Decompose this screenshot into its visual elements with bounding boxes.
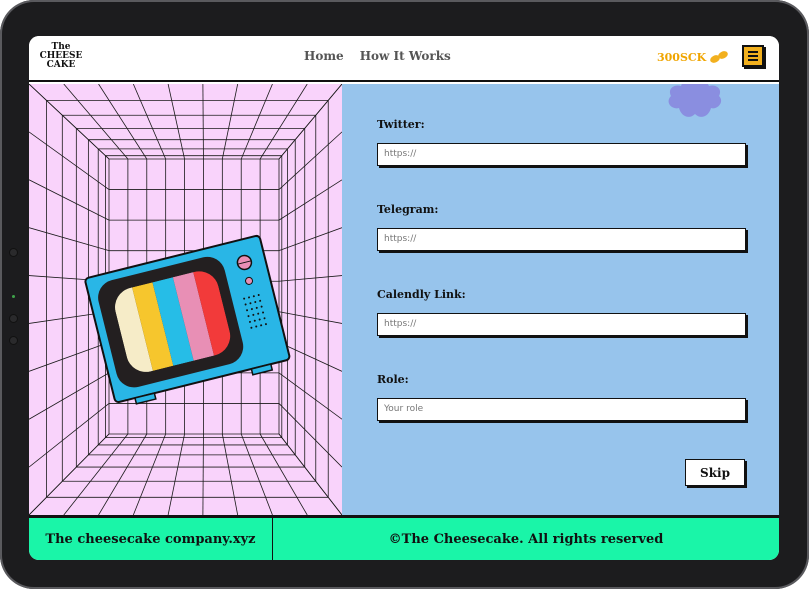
- menu-icon: [748, 51, 758, 53]
- illustration-panel: [29, 84, 342, 515]
- flower-blob-decoration: [668, 84, 722, 117]
- tablet-sensor: [9, 336, 18, 345]
- twitter-field-group: Twitter:: [377, 118, 747, 166]
- telegram-label: Telegram:: [377, 203, 439, 216]
- calendly-field-group: Calendly Link:: [377, 288, 747, 336]
- telegram-input[interactable]: [377, 227, 746, 251]
- coins-icon: [710, 51, 729, 63]
- nav-item-how-it-works[interactable]: How It Works: [360, 49, 451, 63]
- calendly-label: Calendly Link:: [377, 288, 466, 301]
- footer: The cheesecake company.xyz ©The Cheeseca…: [29, 515, 779, 560]
- telegram-field-group: Telegram:: [377, 203, 747, 251]
- role-input[interactable]: [377, 397, 746, 421]
- skip-button[interactable]: Skip: [685, 459, 745, 486]
- twitter-input[interactable]: [377, 142, 746, 166]
- role-field-group: Role:: [377, 373, 747, 421]
- token-balance[interactable]: 300SCK: [657, 50, 729, 64]
- main-nav: Home How It Works: [304, 49, 451, 63]
- screen: The CHEESE CAKE Home How It Works 300SCK: [29, 36, 779, 560]
- footer-site-link[interactable]: The cheesecake company.xyz: [29, 518, 273, 560]
- footer-copyright: ©The Cheesecake. All rights reserved: [388, 531, 664, 547]
- balance-amount: 300SCK: [657, 50, 707, 64]
- nav-item-home[interactable]: Home: [304, 49, 344, 63]
- role-label: Role:: [377, 373, 409, 386]
- retro-tv-illustration: [84, 234, 291, 405]
- logo[interactable]: The CHEESE CAKE: [39, 43, 83, 75]
- tablet-frame: The CHEESE CAKE Home How It Works 300SCK: [0, 0, 809, 589]
- twitter-label: Twitter:: [377, 118, 425, 131]
- calendly-input[interactable]: [377, 312, 746, 336]
- tablet-led: [12, 295, 15, 298]
- header: The CHEESE CAKE Home How It Works 300SCK: [29, 36, 779, 82]
- social-links-form: Twitter: Telegram: Calendly Link: Role: …: [342, 84, 779, 515]
- tablet-camera: [9, 248, 18, 257]
- tablet-sensor: [9, 314, 18, 323]
- logo-line: CAKE: [46, 60, 76, 70]
- menu-button[interactable]: [742, 45, 764, 67]
